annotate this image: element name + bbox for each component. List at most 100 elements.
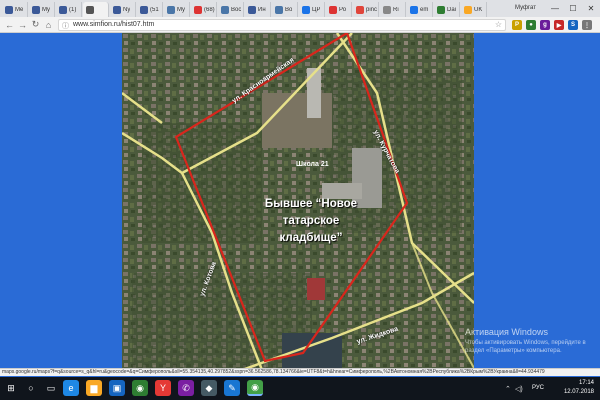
tab-label: Ny bbox=[123, 6, 131, 13]
forward-button[interactable]: → bbox=[17, 19, 28, 30]
cemetery-label: Бывшее “Новое татарское кладбище” bbox=[264, 198, 358, 244]
clock-date: 12.07.2018 bbox=[563, 389, 594, 395]
browser-tab[interactable]: pinc bbox=[353, 2, 379, 17]
tab-label: My bbox=[177, 6, 185, 13]
tab-label: (68) bbox=[204, 6, 215, 13]
address-url[interactable]: www.simfion.ru/hist07.htm bbox=[73, 21, 154, 28]
tab-favicon-icon bbox=[221, 5, 229, 14]
browser-tab[interactable]: (1) bbox=[56, 2, 82, 17]
tab-favicon-icon bbox=[410, 5, 418, 14]
tab-strip: Me My (1) Ny (51 My (68) Вос Ин Во ЦР Ро pinc Ri em Dai… bbox=[0, 0, 600, 17]
browser-tab[interactable]: Ri bbox=[380, 2, 406, 17]
profile-name[interactable]: Муфгат bbox=[515, 2, 536, 14]
extension-icon[interactable]: ⋮ bbox=[582, 20, 592, 30]
extension-icon[interactable]: S bbox=[568, 20, 578, 30]
tab-favicon-icon bbox=[464, 5, 472, 14]
browser-tab[interactable]: UK bbox=[461, 2, 487, 17]
status-url: maps.google.ru/maps?f=q&source=s_q&hl=ru… bbox=[2, 369, 545, 375]
tab-favicon-icon bbox=[167, 5, 175, 14]
browser-tab[interactable]: Ин bbox=[245, 2, 271, 17]
tab-favicon-icon bbox=[275, 5, 283, 14]
tab-label: Ро bbox=[339, 6, 347, 13]
tab-favicon-icon bbox=[329, 5, 337, 14]
edge-icon[interactable]: e bbox=[63, 380, 79, 396]
page-content: Школа 21 Бывшее “Новое татарское кладбищ… bbox=[0, 33, 600, 370]
tab-favicon-icon bbox=[437, 5, 445, 14]
chrome-icon[interactable]: ◉ bbox=[132, 380, 148, 396]
browser-tab[interactable]: ЦР bbox=[299, 2, 325, 17]
paint-icon[interactable]: ✎ bbox=[224, 380, 240, 396]
back-button[interactable]: ← bbox=[4, 19, 15, 30]
browser-tab[interactable]: em bbox=[407, 2, 433, 17]
store-icon[interactable]: ▣ bbox=[109, 380, 125, 396]
bookmark-star-icon[interactable]: ☆ bbox=[495, 20, 502, 29]
photo-icon[interactable]: ◆ bbox=[201, 380, 217, 396]
explorer-icon[interactable]: ▆ bbox=[86, 380, 102, 396]
tab-label: UK bbox=[474, 6, 483, 13]
tab-favicon-icon bbox=[383, 5, 391, 14]
info-icon[interactable]: ⓘ bbox=[62, 21, 69, 31]
tab-favicon-icon bbox=[140, 5, 148, 14]
home-button[interactable]: ⌂ bbox=[43, 19, 54, 30]
tab-favicon-icon bbox=[59, 5, 67, 14]
chrome-active-icon[interactable]: ◉ bbox=[247, 380, 263, 396]
browser-tab[interactable] bbox=[83, 2, 109, 17]
tab-favicon-icon bbox=[248, 5, 256, 14]
search-icon[interactable]: ○ bbox=[23, 380, 39, 396]
speaker-icon[interactable]: ◁) bbox=[515, 385, 523, 393]
browser-tab[interactable]: (51 bbox=[137, 2, 163, 17]
tab-favicon-icon bbox=[32, 5, 40, 14]
viber-icon[interactable]: ✆ bbox=[178, 380, 194, 396]
tab-favicon-icon bbox=[86, 5, 94, 14]
tab-favicon-icon bbox=[194, 5, 202, 14]
close-button[interactable]: ✕ bbox=[582, 0, 600, 17]
tab-favicon-icon bbox=[356, 5, 364, 14]
tab-label: ЦР bbox=[312, 6, 321, 13]
browser-tab[interactable]: Ро bbox=[326, 2, 352, 17]
browser-tab[interactable]: My bbox=[164, 2, 190, 17]
tab-label: (51 bbox=[150, 6, 159, 13]
browser-tab[interactable]: Me bbox=[2, 2, 28, 17]
start-icon[interactable]: ⊞ bbox=[3, 380, 19, 396]
tab-label: (1) bbox=[69, 6, 77, 13]
tab-label: Ин bbox=[258, 6, 266, 13]
address-bar[interactable]: ⓘ www.simfion.ru/hist07.htm ☆ bbox=[58, 19, 506, 31]
tab-label: pinc bbox=[366, 6, 378, 13]
school-label: Школа 21 bbox=[296, 161, 329, 168]
windows-taskbar: ⌃ ◁) РУС 17:14 12.07.2018 ⊞ ○ ▭ e ▆ ▣ ◉ Y ✆ ◆ ✎ ◉ bbox=[0, 377, 600, 400]
extension-icon[interactable]: g bbox=[540, 20, 550, 30]
clock[interactable]: 17:14 12.07.2018 bbox=[564, 379, 594, 397]
browser-tab[interactable]: Dai bbox=[434, 2, 460, 17]
reload-button[interactable]: ↻ bbox=[30, 19, 41, 30]
tab-label: Во bbox=[285, 6, 293, 13]
windows-activation-text: Чтобы активировать Windows, перейдите в … bbox=[465, 340, 586, 354]
tab-favicon-icon bbox=[113, 5, 121, 14]
extension-icon[interactable]: ● bbox=[526, 20, 536, 30]
extension-icon[interactable]: P bbox=[512, 20, 522, 30]
browser-tab[interactable]: Ny bbox=[110, 2, 136, 17]
browser-toolbar: ← → ↻ ⌂ ⓘ www.simfion.ru/hist07.htm ☆ P ●… bbox=[0, 17, 600, 33]
language-indicator[interactable]: РУС bbox=[532, 385, 544, 391]
link-status-bar: maps.google.ru/maps?f=q&source=s_q&hl=ru… bbox=[0, 368, 600, 376]
tab-label: Вос bbox=[231, 6, 242, 13]
browser-tab[interactable]: (68) bbox=[191, 2, 217, 17]
tab-label: Me bbox=[15, 6, 24, 13]
tray-up-arrow-icon[interactable]: ⌃ bbox=[505, 385, 511, 393]
browser-window: { "tabs": [ {"label": "Me", "color": "#3… bbox=[0, 0, 600, 400]
task-view-icon[interactable]: ▭ bbox=[43, 380, 59, 396]
maximize-button[interactable]: ☐ bbox=[564, 0, 582, 17]
browser-tab[interactable]: Вос bbox=[218, 2, 244, 17]
tab-label: My bbox=[42, 6, 50, 13]
tab-favicon-icon bbox=[5, 5, 13, 14]
tab-favicon-icon bbox=[302, 5, 310, 14]
browser-tab[interactable]: Во bbox=[272, 2, 298, 17]
windows-activation-title: Активация Windows bbox=[465, 327, 548, 337]
tab-label: em bbox=[420, 6, 429, 13]
extension-icon[interactable]: ▶ bbox=[554, 20, 564, 30]
clock-time: 17:14 bbox=[578, 380, 594, 386]
tab-label: Dai bbox=[447, 6, 457, 13]
tab-label: Ri bbox=[393, 6, 399, 13]
browser-tab[interactable]: My bbox=[29, 2, 55, 17]
minimize-button[interactable]: — bbox=[546, 0, 564, 17]
yandex-icon[interactable]: Y bbox=[155, 380, 171, 396]
